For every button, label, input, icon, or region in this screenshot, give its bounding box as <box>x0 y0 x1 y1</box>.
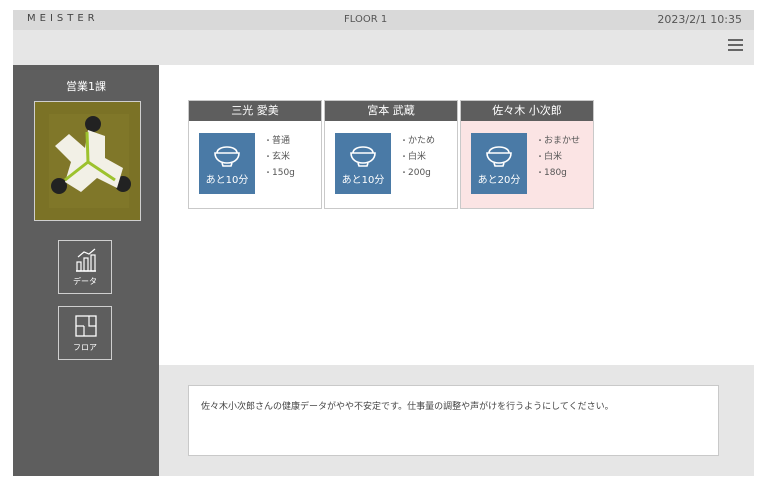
timer-text: あと10分 <box>341 175 385 186</box>
rice-timer-button[interactable]: あと10分 <box>335 133 391 194</box>
rice-timer-button[interactable]: あと10分 <box>199 133 255 194</box>
rice-bowl-icon <box>214 146 240 167</box>
member-name: 佐々木 小次郎 <box>461 101 593 121</box>
member-name: 宮本 武蔵 <box>325 101 457 121</box>
nav-data-button[interactable]: データ <box>58 240 112 294</box>
pref-rice-type: 玄米 <box>264 149 295 165</box>
preference-list: 普通 玄米 150g <box>264 133 295 181</box>
sidebar: 営業1課 データ フロア <box>13 65 159 476</box>
team-name: 営業1課 <box>66 80 106 93</box>
card-body: あと10分 かため 白米 200g <box>325 121 457 208</box>
datetime: 2023/2/1 10:35 <box>657 13 742 26</box>
hamburger-menu-icon[interactable] <box>728 38 744 52</box>
card-body: あと10分 普通 玄米 150g <box>189 121 321 208</box>
rice-bowl-icon <box>350 146 376 167</box>
header-bar <box>13 30 754 65</box>
pref-amount: 150g <box>264 165 295 181</box>
member-name: 三光 愛美 <box>189 101 321 121</box>
member-card[interactable]: 三光 愛美 あと10分 普通 玄米 150g <box>188 100 322 209</box>
pref-hardness: おまかせ <box>536 133 580 149</box>
menu-line <box>728 39 743 41</box>
pref-amount: 200g <box>400 165 435 181</box>
health-alert-message: 佐々木小次郎さんの健康データがやや不安定です。仕事量の調整や声がけを行うようにし… <box>188 385 719 456</box>
pref-rice-type: 白米 <box>400 149 435 165</box>
member-card[interactable]: 宮本 武蔵 あと10分 かため 白米 200g <box>324 100 458 209</box>
pref-hardness: かため <box>400 133 435 149</box>
timer-text: あと10分 <box>205 175 249 186</box>
nav-floor-label: フロア <box>73 343 97 352</box>
office-desk-image <box>35 102 140 220</box>
preference-list: かため 白米 200g <box>400 133 435 181</box>
team-photo <box>34 101 141 221</box>
menu-line <box>728 49 743 51</box>
data-chart-icon <box>76 248 96 272</box>
nav-data-label: データ <box>73 277 97 286</box>
menu-line <box>728 44 743 46</box>
pref-amount: 180g <box>536 165 580 181</box>
pref-hardness: 普通 <box>264 133 295 149</box>
card-body: あと20分 おまかせ 白米 180g <box>461 121 593 208</box>
top-bar: MEISTER FLOOR 1 2023/2/1 10:35 <box>13 10 754 30</box>
app-frame: MEISTER FLOOR 1 2023/2/1 10:35 営業1課 データ … <box>13 10 754 476</box>
pref-rice-type: 白米 <box>536 149 580 165</box>
floor-plan-icon <box>75 315 97 337</box>
rice-timer-button[interactable]: あと20分 <box>471 133 527 194</box>
preference-list: おまかせ 白米 180g <box>536 133 580 181</box>
brand-logo: MEISTER <box>27 13 99 24</box>
rice-bowl-icon <box>486 146 512 167</box>
message-area: 佐々木小次郎さんの健康データがやや不安定です。仕事量の調整や声がけを行うようにし… <box>159 365 754 476</box>
timer-text: あと20分 <box>477 175 521 186</box>
main-content: 三光 愛美 あと10分 普通 玄米 150g 宮本 武蔵 <box>159 65 754 365</box>
member-card-alert[interactable]: 佐々木 小次郎 あと20分 おまかせ 白米 180g <box>460 100 594 209</box>
nav-floor-button[interactable]: フロア <box>58 306 112 360</box>
floor-label: FLOOR 1 <box>344 14 388 25</box>
